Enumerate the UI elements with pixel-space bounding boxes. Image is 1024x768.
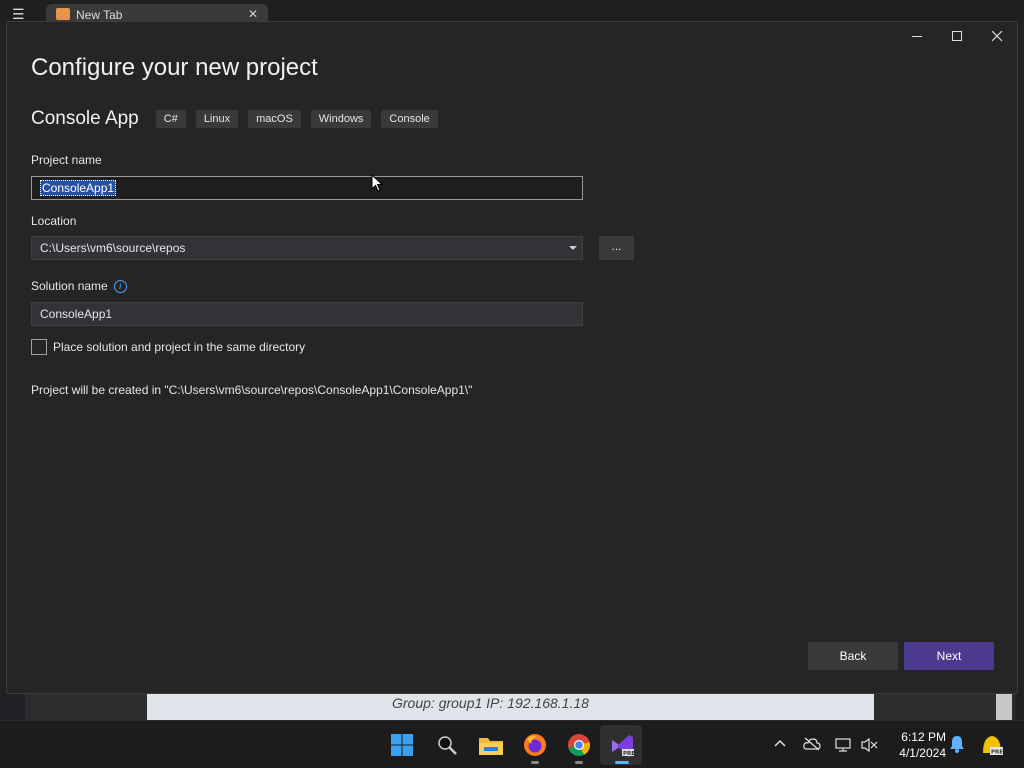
- chevron-down-icon[interactable]: [569, 246, 577, 250]
- cloud-offline-icon[interactable]: [803, 737, 821, 754]
- same-directory-checkbox[interactable]: [31, 339, 47, 355]
- back-button[interactable]: Back: [808, 642, 898, 670]
- close-button[interactable]: [977, 22, 1017, 50]
- tag-windows: Windows: [310, 110, 372, 128]
- location-value: C:\Users\vm6\source\repos: [40, 241, 186, 255]
- maximize-icon: [951, 30, 962, 41]
- system-clock[interactable]: 6:12 PM 4/1/2024: [884, 729, 946, 761]
- running-indicator: [531, 761, 539, 764]
- tag-csharp: C#: [155, 110, 186, 128]
- tab-close-icon[interactable]: ✕: [248, 7, 258, 21]
- minimize-button[interactable]: [897, 22, 937, 50]
- configure-project-dialog: Configure your new project Console App C…: [6, 21, 1018, 694]
- browser-tab-label: New Tab: [76, 8, 123, 22]
- close-icon: [991, 30, 1002, 41]
- windows-start-icon[interactable]: [389, 732, 415, 758]
- file-explorer-icon[interactable]: [478, 732, 504, 758]
- chrome-icon[interactable]: [566, 732, 592, 764]
- solution-name-label-row: Solution name i: [31, 279, 127, 294]
- same-directory-label: Place solution and project in the same d…: [53, 340, 306, 354]
- browser-tabstrip: ☰ New Tab ✕: [0, 0, 1024, 24]
- svg-text:PRE: PRE: [991, 750, 1003, 756]
- location-combobox[interactable]: C:\Users\vm6\source\repos: [31, 236, 583, 260]
- next-button[interactable]: Next: [904, 642, 994, 670]
- browse-button[interactable]: ...: [599, 236, 634, 260]
- background-scrollbar[interactable]: [996, 694, 1012, 720]
- volume-muted-icon[interactable]: [861, 737, 879, 756]
- mouse-cursor-icon: [371, 173, 384, 197]
- running-indicator: [575, 761, 583, 764]
- page-title: Configure your new project: [31, 54, 318, 81]
- maximize-button[interactable]: [937, 22, 977, 50]
- background-status-text: Group: group1 IP: 192.168.1.18: [147, 694, 874, 720]
- active-indicator: [615, 761, 629, 764]
- same-directory-option[interactable]: Place solution and project in the same d…: [31, 339, 305, 355]
- project-name-label: Project name: [31, 153, 102, 167]
- network-icon[interactable]: [835, 737, 853, 756]
- project-name-value: ConsoleApp1: [40, 180, 117, 196]
- visual-studio-preview-icon[interactable]: PRE: [609, 732, 635, 764]
- window-controls: [897, 22, 1017, 52]
- template-name: Console App: [31, 108, 139, 129]
- project-name-input[interactable]: ConsoleApp1: [31, 176, 583, 200]
- tag-linux: Linux: [195, 110, 239, 128]
- tag-console: Console: [381, 110, 438, 128]
- tab-favicon-icon: [56, 8, 70, 20]
- project-path-note: Project will be created in "C:\Users\vm6…: [31, 383, 473, 397]
- copilot-preview-icon[interactable]: PRE: [980, 733, 1004, 760]
- solution-name-input[interactable]: ConsoleApp1: [31, 302, 583, 326]
- info-icon[interactable]: i: [113, 280, 127, 294]
- location-label: Location: [31, 214, 77, 228]
- minimize-icon: [911, 35, 922, 37]
- clock-time: 6:12 PM: [901, 730, 946, 744]
- notification-bell-icon[interactable]: [949, 735, 965, 756]
- firefox-icon[interactable]: [522, 732, 548, 764]
- search-icon[interactable]: [434, 732, 460, 758]
- tag-macos: macOS: [248, 110, 301, 128]
- solution-name-value: ConsoleApp1: [40, 307, 113, 321]
- template-summary: Console App C# Linux macOS Windows Conso…: [31, 108, 448, 130]
- solution-name-label: Solution name: [31, 279, 108, 293]
- chevron-up-icon[interactable]: [774, 737, 786, 752]
- svg-text:PRE: PRE: [623, 751, 635, 757]
- taskbar: PRE 6:12 PM 4/1/2024 PRE: [0, 720, 1024, 768]
- clock-date: 4/1/2024: [899, 746, 946, 760]
